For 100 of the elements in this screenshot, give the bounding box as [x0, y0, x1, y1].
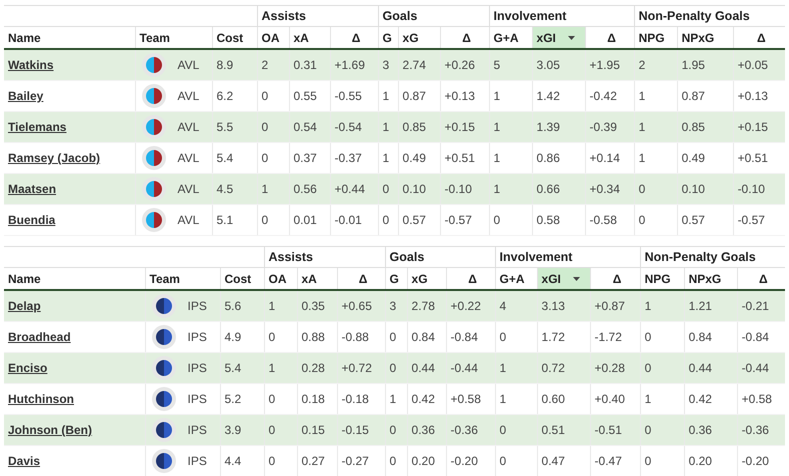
table-cell: 3.13: [542, 299, 565, 313]
player-link[interactable]: Ramsey (Jacob): [8, 151, 100, 165]
table-cell: 0.20: [412, 454, 435, 468]
table-cell: 0: [262, 89, 268, 103]
table-cell: 0: [262, 213, 268, 227]
table-cell: 0.36: [688, 423, 712, 437]
table-cell: 0: [500, 423, 506, 437]
table-cell: 0.15: [302, 423, 325, 437]
table-cell: -0.36: [742, 423, 769, 437]
table-cell: 5.5: [216, 120, 234, 134]
player-link[interactable]: Bailey: [8, 89, 44, 103]
table-cell: -1.72: [594, 330, 622, 344]
table-cell: -0.44: [742, 361, 769, 375]
table-cell: 1: [638, 89, 646, 103]
table-cell: 6.2: [216, 89, 234, 103]
table-cell: 1.21: [688, 299, 712, 313]
table-cell: 0.47: [542, 454, 565, 468]
team-badge-icon: [142, 115, 166, 139]
table-cell: 0: [500, 330, 506, 344]
table-cell: 0.85: [682, 120, 705, 134]
table-cell: 1: [494, 120, 500, 134]
table-cell: 3.9: [224, 423, 242, 437]
table-cell: 0.86: [536, 151, 560, 165]
table-cell: 2.78: [412, 299, 435, 313]
table-cell: 1: [638, 120, 646, 134]
table-cell: -0.27: [342, 454, 369, 468]
table-cell: +0.28: [594, 361, 625, 375]
table-cell: -0.20: [450, 454, 478, 468]
team-code: AVL: [178, 213, 200, 227]
table-cell: +1.95: [590, 58, 620, 72]
table-cell: 0.42: [688, 392, 712, 406]
column-header[interactable]: xGI: [532, 26, 586, 49]
table-cell: -0.20: [742, 454, 769, 468]
table-cell: 0.37: [294, 151, 317, 165]
table-cell: +0.26: [444, 58, 475, 72]
column-group-header: Non-Penalty Goals: [638, 9, 750, 23]
table-cell: -0.44: [450, 361, 478, 375]
table-cell: 0: [390, 454, 396, 468]
column-group-header: Goals: [382, 9, 418, 23]
team-code: IPS: [188, 392, 207, 406]
team-code: AVL: [178, 182, 200, 196]
table-cell: -0.39: [590, 120, 617, 134]
table-cell: 0.84: [412, 330, 435, 344]
table-cell: 0: [390, 361, 396, 375]
table-cell: 5.2: [224, 392, 242, 406]
table-cell: 0: [382, 213, 390, 227]
table-cell: 0: [500, 454, 506, 468]
team-badge-icon: [152, 418, 176, 442]
table-cell: -0.47: [594, 454, 622, 468]
table-cell: 1: [644, 299, 652, 313]
table-cell: 0.27: [302, 454, 325, 468]
table-cell: 1: [268, 361, 276, 375]
table-cell: +0.13: [738, 89, 768, 103]
table-cell: 5: [494, 58, 500, 72]
table-cell: 0.85: [402, 120, 426, 134]
table-cell: +0.51: [738, 151, 768, 165]
table-cell: 4: [500, 299, 506, 313]
team-badge-icon: [152, 387, 176, 411]
player-link[interactable]: Davis: [8, 454, 40, 468]
table-cell: -0.84: [450, 330, 478, 344]
player-link[interactable]: Watkins: [8, 58, 54, 72]
table-cell: 0.28: [302, 361, 325, 375]
table-cell: -0.88: [342, 330, 369, 344]
table-cell: +0.14: [590, 151, 620, 165]
player-link[interactable]: Buendia: [8, 213, 56, 227]
player-link[interactable]: Delap: [8, 299, 41, 313]
table-cell: -0.58: [590, 213, 617, 227]
table-cell: -0.84: [742, 330, 769, 344]
table-cell: 1.42: [536, 89, 560, 103]
table-cell: 1: [494, 89, 500, 103]
column-header[interactable]: xGI: [537, 268, 590, 290]
table-cell: 2: [262, 58, 268, 72]
team-code: IPS: [188, 361, 207, 375]
player-link[interactable]: Broadhead: [8, 330, 71, 344]
table-cell: 1: [494, 151, 500, 165]
team-badge-icon: [142, 146, 166, 170]
table-cell: -0.10: [738, 182, 765, 196]
table-cell: +0.15: [738, 120, 768, 134]
table-cell: 0.49: [402, 151, 426, 165]
table-cell: 1: [644, 392, 652, 406]
player-link[interactable]: Maatsen: [8, 182, 56, 196]
table-cell: +0.34: [590, 182, 620, 196]
team-code: IPS: [188, 330, 207, 344]
table-cell: 0.60: [542, 392, 565, 406]
table-cell: -0.37: [334, 151, 362, 165]
team-badge-icon: [152, 449, 176, 473]
table-cell: 0: [644, 330, 652, 344]
team-code: AVL: [178, 151, 200, 165]
table-cell: 3.05: [536, 58, 560, 72]
table-cell: 4.5: [216, 182, 234, 196]
table-cell: 1: [262, 182, 268, 196]
team-code: IPS: [188, 423, 207, 437]
table-cell: -0.57: [444, 213, 472, 227]
player-link[interactable]: Enciso: [8, 361, 48, 375]
table-cell: 5.1: [216, 213, 234, 227]
column-group-header: Involvement: [500, 250, 572, 264]
table-cell: -0.21: [742, 299, 769, 313]
table-cell: 1.39: [536, 120, 560, 134]
player-link[interactable]: Hutchinson: [8, 392, 74, 406]
table-cell: -0.36: [450, 423, 478, 437]
